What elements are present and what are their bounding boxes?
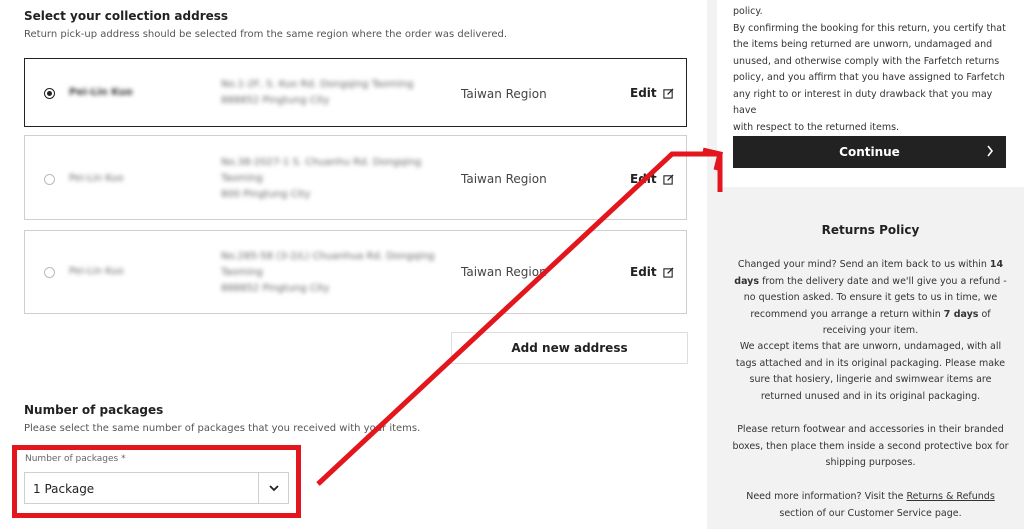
terms-line: unused, and otherwise comply with the Fa… [733, 55, 1000, 67]
address-name-1: Pei-Lin Kuo [69, 87, 133, 98]
returns-refunds-link[interactable]: Returns & Refunds [906, 491, 994, 502]
packages-subtitle: Please select the same number of package… [24, 423, 421, 434]
chevron-right-icon [987, 145, 994, 157]
address-radio-2[interactable] [44, 174, 55, 185]
terms-line: the items being returned are unworn, und… [733, 39, 993, 50]
packages-title: Number of packages [24, 403, 164, 417]
address-line-1b: 888852 Pingtung City [221, 95, 330, 106]
address-region-3: Taiwan Region [461, 265, 547, 279]
address-line-2b: Taoming [221, 173, 263, 184]
terms-line: By confirming the booking for this retur… [733, 22, 1006, 34]
edit-label: Edit [630, 265, 657, 279]
continue-button[interactable]: Continue [733, 136, 1006, 168]
terms-line: policy. [733, 6, 763, 17]
address-line-3b: Taoming [221, 267, 263, 278]
address-name-3: Pei-Lin Kuo [69, 266, 124, 277]
terms-line: policy, and you affirm that you have ass… [733, 72, 1005, 83]
returns-policy-paragraph-3: Please return footwear and accessories i… [732, 424, 1009, 468]
address-region-1: Taiwan Region [461, 87, 547, 101]
address-line-2a: No.38-2027-1 S. Chuanhu Rd. Dongqing [221, 157, 422, 168]
returns-policy-paragraph-4: Need more information? Visit the Returns… [729, 489, 1012, 522]
edit-address-button-2[interactable]: Edit [630, 172, 674, 186]
returns-policy-panel: Returns Policy Changed your mind? Send a… [717, 187, 1024, 529]
annotation-highlight-box [12, 445, 301, 518]
edit-label: Edit [630, 172, 657, 186]
returns-policy-title: Returns Policy [821, 223, 920, 237]
edit-icon [663, 173, 674, 185]
address-card-1[interactable]: Pei-Lin Kuo No.1-2F, S. Kuo Rd. Dongqing… [24, 58, 687, 127]
returns-policy-paragraph-2: We accept items that are unworn, undamag… [735, 341, 1006, 402]
text: Changed your mind? Send an item back to … [737, 259, 990, 270]
text: section of our Customer Service page. [779, 507, 962, 519]
address-region-2: Taiwan Region [461, 172, 547, 186]
returns-policy-paragraph-1: Changed your mind? Send an item back to … [729, 257, 1012, 340]
collection-title: Select your collection address [24, 9, 229, 23]
text: Need more information? Visit the [746, 491, 907, 502]
confirm-panel: policy. By confirming the booking for th… [717, 0, 1024, 187]
edit-label: Edit [630, 86, 657, 100]
address-line-3a: No.285-58 (3-2/L) Chuanhua Rd. Dongqing [221, 251, 435, 262]
terms-line: any right to or interest in duty drawbac… [733, 88, 993, 117]
edit-icon [663, 87, 674, 99]
address-radio-3[interactable] [44, 267, 55, 278]
address-card-2[interactable]: Pei-Lin Kuo No.38-2027-1 S. Chuanhu Rd. … [24, 135, 687, 220]
address-line-3c: 888852 Pingtung City [221, 283, 330, 294]
terms-line: with respect to the returned items. [733, 121, 900, 133]
address-line-2c: 800 Pingtung City [221, 189, 311, 200]
main-panel: Select your collection address Return pi… [0, 0, 707, 529]
address-radio-1[interactable] [44, 88, 55, 99]
collection-subtitle: Return pick-up address should be selecte… [24, 29, 508, 40]
continue-label: Continue [839, 145, 900, 159]
edit-address-button-3[interactable]: Edit [630, 265, 674, 279]
edit-icon [663, 266, 674, 278]
add-new-address-button[interactable]: Add new address [451, 332, 688, 364]
address-line-1a: No.1-2F, S. Kuo Rd. Dongqing Taoming [221, 79, 414, 90]
bold-text: 7 days [943, 308, 979, 320]
address-card-3[interactable]: Pei-Lin Kuo No.285-58 (3-2/L) Chuanhua R… [24, 230, 687, 314]
edit-address-button-1[interactable]: Edit [630, 86, 674, 100]
address-name-2: Pei-Lin Kuo [69, 173, 124, 184]
terms-text: policy. By confirming the booking for th… [733, 4, 1013, 136]
